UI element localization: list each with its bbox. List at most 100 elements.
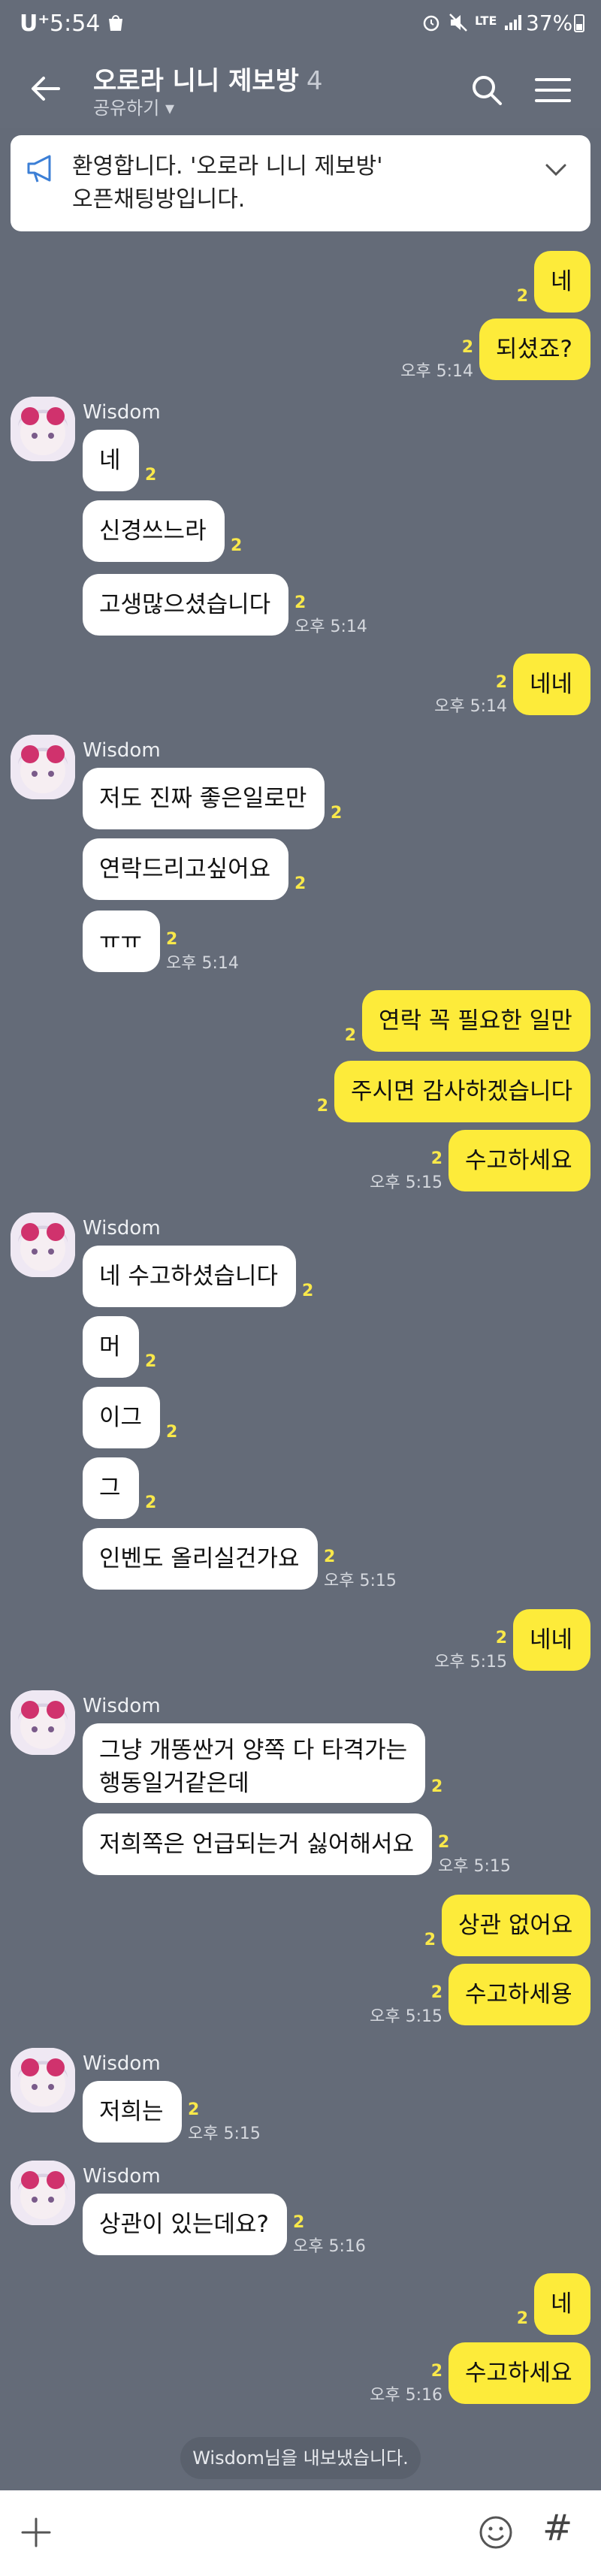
notice-text: 환영합니다. '오로라 니니 제보방' 오픈채팅방입니다. — [72, 150, 382, 216]
my-message-bubble[interactable]: 수고하세요 — [448, 2342, 590, 2404]
avatar[interactable] — [11, 1213, 75, 1277]
my-message-bubble[interactable]: 네네 — [513, 654, 590, 715]
system-message: Wisdom님을 내보냈습니다. — [180, 2437, 421, 2479]
shopping-bag-icon — [109, 15, 122, 31]
unread-count: 2 — [188, 2100, 200, 2119]
other-message-bubble[interactable]: 상관이 있는데요? — [83, 2194, 287, 2255]
other-message-bubble[interactable]: ㅠㅠ — [83, 911, 160, 972]
message-timestamp: 오후 5:15 — [438, 1857, 511, 1876]
my-message-bubble[interactable]: 주시면 감사하겠습니다 — [334, 1061, 590, 1122]
unread-count: 2 — [495, 1629, 507, 1647]
my-message-bubble[interactable]: 수고하세용 — [448, 1964, 590, 2025]
unread-count: 2 — [438, 1833, 450, 1852]
my-message-bubble[interactable]: 상관 없어요 — [442, 1895, 590, 1956]
unread-count: 2 — [145, 1493, 157, 1512]
notice-line-2: 오픈채팅방입니다. — [72, 186, 246, 213]
avatar[interactable] — [11, 2161, 75, 2225]
message-timestamp: 오후 5:15 — [188, 2125, 261, 2143]
message-timestamp: 오후 5:14 — [294, 618, 367, 636]
message-timestamp: 오후 5:14 — [400, 362, 473, 381]
other-message-bubble[interactable]: 고생많으셨습니다 — [83, 574, 288, 636]
my-message-bubble[interactable]: 연락 꼭 필요한 일만 — [362, 990, 590, 1052]
other-message-bubble[interactable]: 저희쪽은 언급되는거 싫어해서요 — [83, 1813, 432, 1875]
chat-header: 오로라 니니 제보방 4 공유하기 ▾ — [0, 53, 601, 128]
my-message-bubble[interactable]: 네 — [534, 251, 590, 313]
back-arrow-icon[interactable] — [27, 69, 66, 108]
message-timestamp: 오후 5:16 — [370, 2386, 442, 2405]
message-timestamp: 오후 5:15 — [370, 1173, 442, 1192]
message-timestamp: 오후 5:16 — [293, 2237, 366, 2256]
my-message-bubble[interactable]: 네네 — [513, 1609, 590, 1671]
avatar-image — [11, 2161, 75, 2225]
chat-room-title[interactable]: 오로라 니니 제보방 4 — [93, 60, 323, 97]
unread-count: 2 — [166, 930, 178, 949]
mute-icon — [449, 14, 467, 32]
avatar-image — [11, 2048, 75, 2112]
status-bar: U⁺ 5:54 LTE 37% — [0, 0, 601, 53]
unread-count: 2 — [344, 1026, 356, 1045]
other-message-bubble[interactable]: 이그 — [83, 1387, 160, 1448]
carrier-label: U⁺ — [20, 11, 50, 37]
unread-count: 2 — [495, 673, 507, 692]
message-timestamp: 오후 5:15 — [434, 1653, 507, 1672]
unread-count: 2 — [431, 1777, 443, 1796]
share-dropdown[interactable]: 공유하기 ▾ — [93, 93, 174, 119]
unread-count: 2 — [302, 1282, 314, 1300]
avatar[interactable] — [11, 2048, 75, 2112]
unread-count: 2 — [231, 536, 243, 555]
megaphone-icon — [27, 155, 51, 183]
menu-icon[interactable] — [532, 71, 574, 110]
other-message-bubble[interactable]: 연락드리고싶어요 — [83, 838, 288, 900]
sender-name: Wisdom — [83, 1695, 161, 1717]
other-message-bubble[interactable]: 그 — [83, 1457, 139, 1519]
unread-count: 2 — [331, 804, 343, 823]
other-message-bubble[interactable]: 신경쓰느라 — [83, 500, 225, 562]
avatar[interactable] — [11, 735, 75, 799]
other-message-bubble[interactable]: 그냥 개똥싼거 양쪽 다 타격가는 행동일거같은데 — [83, 1723, 425, 1803]
unread-count: 2 — [430, 2362, 442, 2381]
my-message-bubble[interactable]: 네 — [534, 2273, 590, 2335]
other-message-bubble[interactable]: 저도 진짜 좋은일로만 — [83, 768, 325, 829]
avatar-image — [11, 735, 75, 799]
unread-count: 2 — [516, 287, 528, 306]
unread-count: 2 — [294, 874, 307, 893]
sender-name: Wisdom — [83, 1217, 161, 1240]
avatar-image — [11, 1690, 75, 1755]
battery-icon — [574, 14, 584, 32]
plus-icon[interactable] — [17, 2513, 56, 2552]
unread-count: 2 — [324, 1548, 336, 1566]
unread-count: 2 — [293, 2213, 305, 2232]
other-message-bubble[interactable]: 네 수고하셨습니다 — [83, 1246, 296, 1307]
sender-name: Wisdom — [83, 739, 161, 762]
other-message-bubble[interactable]: 인벤도 올리실건가요 — [83, 1528, 318, 1590]
unread-count: 2 — [516, 2309, 528, 2328]
my-message-bubble[interactable]: 되셨죠? — [479, 319, 590, 380]
emoji-icon[interactable] — [476, 2513, 515, 2552]
notice-banner[interactable]: 환영합니다. '오로라 니니 제보방' 오픈채팅방입니다. — [11, 135, 590, 231]
chevron-down-icon[interactable] — [542, 156, 569, 183]
alarm-icon — [423, 15, 439, 32]
unread-count: 2 — [294, 593, 307, 612]
unread-count: 2 — [430, 1983, 442, 2002]
search-icon[interactable] — [467, 71, 506, 110]
input-bar: # — [0, 2490, 601, 2576]
member-count: 4 — [306, 66, 323, 96]
other-message-bubble[interactable]: 머 — [83, 1316, 139, 1378]
message-timestamp: 오후 5:15 — [370, 2007, 442, 2026]
hashtag-button[interactable]: # — [542, 2507, 572, 2549]
other-message-bubble[interactable]: 네 — [83, 430, 139, 491]
other-message-bubble[interactable]: 저희는 — [83, 2081, 182, 2143]
my-message-bubble[interactable]: 수고하세요 — [448, 1130, 590, 1191]
unread-count: 2 — [424, 1931, 436, 1949]
unread-count: 2 — [461, 338, 473, 357]
sender-name: Wisdom — [83, 2052, 161, 2075]
status-time: 5:54 — [50, 11, 101, 37]
notice-line-1: 환영합니다. '오로라 니니 제보방' — [72, 153, 383, 180]
sender-name: Wisdom — [83, 2165, 161, 2188]
avatar[interactable] — [11, 1690, 75, 1755]
message-timestamp: 오후 5:15 — [324, 1572, 397, 1590]
battery-label: 37% — [526, 11, 573, 35]
avatar[interactable] — [11, 397, 75, 461]
unread-count: 2 — [316, 1097, 328, 1116]
message-timestamp: 오후 5:14 — [166, 954, 239, 973]
